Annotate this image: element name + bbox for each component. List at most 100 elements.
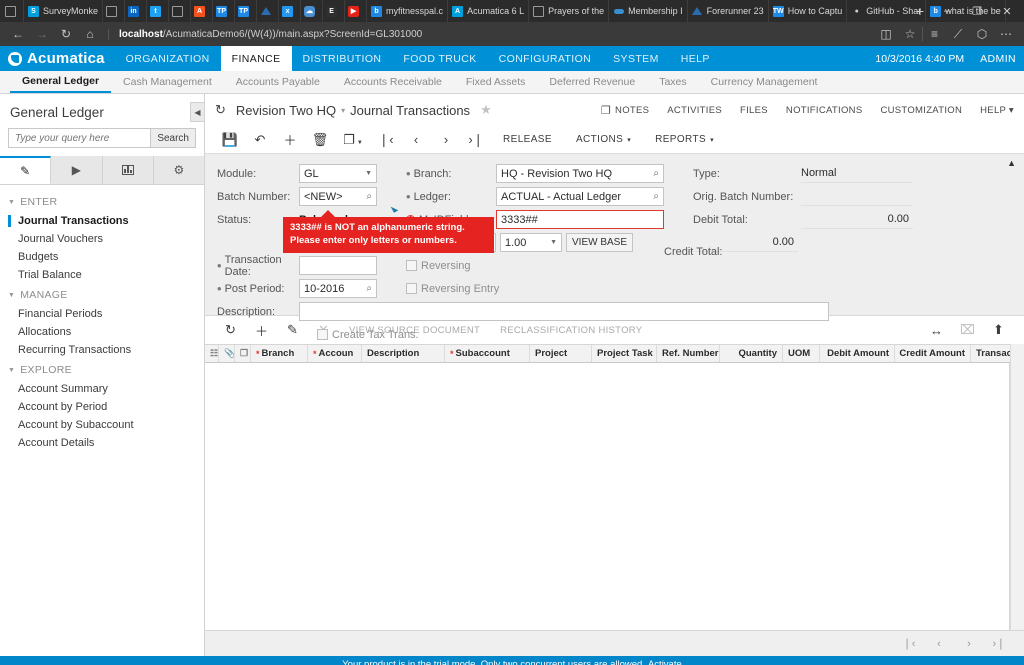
grid-body[interactable] xyxy=(205,363,1010,630)
grid-column-ref-number[interactable]: Ref. Number xyxy=(657,345,720,362)
first-record-icon[interactable]: ❘‹ xyxy=(371,132,401,148)
module-dropdown[interactable]: GL ▼ xyxy=(299,164,377,183)
browser-tab[interactable]: Prayers of the xyxy=(529,0,610,22)
release-button[interactable]: RELEASE xyxy=(491,134,564,145)
grid-column-branch[interactable]: * Branch xyxy=(251,345,308,362)
share-icon[interactable]: ⬡ xyxy=(970,27,994,41)
reports-menu-button[interactable]: REPORTS ▾ xyxy=(643,134,726,145)
grid-column-attachment-icon[interactable]: 📎 xyxy=(219,345,235,362)
acumatica-logo[interactable]: Acumatica xyxy=(0,50,115,67)
grid-column-files-icon[interactable]: ☷ xyxy=(205,345,219,362)
copy-paste-icon[interactable]: ❐ ▼ xyxy=(335,132,371,148)
sidebar-group-manage[interactable]: ▼ MANAGE xyxy=(0,284,204,305)
description-input[interactable] xyxy=(299,302,829,321)
add-icon[interactable]: ＋ xyxy=(275,130,305,149)
grid-column-description[interactable]: Description xyxy=(362,345,445,362)
module-tab-accounts-payable[interactable]: Accounts Payable xyxy=(224,71,332,93)
new-tab-button[interactable]: + xyxy=(908,3,932,19)
sidebar-tab-reports-icon[interactable] xyxy=(102,156,154,184)
browser-tab[interactable]: in xyxy=(125,0,148,22)
browser-tab[interactable]: t xyxy=(147,0,170,22)
reading-view-icon[interactable]: ◫ xyxy=(874,27,898,41)
sidebar-tab-enter-icon[interactable]: ✎ xyxy=(0,156,52,184)
favorite-star-icon[interactable]: ☆ xyxy=(898,27,922,41)
sidebar-group-enter[interactable]: ▼ ENTER xyxy=(0,191,204,212)
browser-tab[interactable]: ▶ xyxy=(345,0,368,22)
browser-tab[interactable]: TW How to Captu xyxy=(769,0,848,22)
sidebar-item-account-summary[interactable]: Account Summary xyxy=(0,380,204,398)
reversing-entry-checkbox[interactable]: Reversing Entry xyxy=(406,283,499,295)
lookup-icon[interactable]: ⌕ xyxy=(653,191,659,202)
module-tab-deferred-revenue[interactable]: Deferred Revenue xyxy=(537,71,647,93)
module-tab-general-ledger[interactable]: General Ledger xyxy=(10,71,112,93)
create-tax-trans-checkbox[interactable]: Create Tax Trans. xyxy=(317,329,419,341)
previous-page-icon[interactable]: ‹ xyxy=(924,638,954,650)
browser-tab[interactable] xyxy=(257,0,280,22)
actions-menu-button[interactable]: ACTIONS ▾ xyxy=(564,134,643,145)
maximize-button[interactable]: ❐ xyxy=(962,5,992,18)
nav-item-system[interactable]: SYSTEM xyxy=(602,46,670,71)
header-user[interactable]: ADMIN xyxy=(980,53,1016,65)
page-action-customization[interactable]: CUSTOMIZATION xyxy=(880,105,962,116)
page-action-notifications[interactable]: NOTIFICATIONS xyxy=(786,105,863,116)
delete-icon[interactable]: 🗑 xyxy=(305,132,335,148)
grid-column-credit-amount[interactable]: Credit Amount xyxy=(895,345,971,362)
refresh-icon[interactable]: ↻ xyxy=(54,27,78,41)
transaction-date-field[interactable] xyxy=(299,256,377,275)
browser-tab[interactable]: b myfitnesspal.c xyxy=(367,0,449,22)
lookup-icon[interactable]: ⌕ xyxy=(366,283,372,294)
next-record-icon[interactable]: › xyxy=(431,132,461,147)
browser-tab[interactable]: TP xyxy=(213,0,236,22)
more-options-icon[interactable]: ⋯ xyxy=(994,27,1018,41)
minimize-button[interactable]: – xyxy=(932,5,962,17)
sidebar-item-financial-periods[interactable]: Financial Periods xyxy=(0,305,204,323)
sidebar-item-journal-transactions[interactable]: Journal Transactions xyxy=(0,212,204,230)
back-icon[interactable]: ← xyxy=(6,27,30,41)
branch-field[interactable]: HQ - Revision Two HQ ⌕ xyxy=(496,164,664,183)
module-tab-currency-management[interactable]: Currency Management xyxy=(699,71,830,93)
grid-column-project[interactable]: Project xyxy=(530,345,592,362)
browser-tab[interactable]: Forerunner 23 xyxy=(688,0,769,22)
module-tab-cash-management[interactable]: Cash Management xyxy=(111,71,224,93)
lookup-icon[interactable]: ⌕ xyxy=(653,168,659,179)
activate-link[interactable]: Activate xyxy=(648,659,682,665)
grid-column-quantity[interactable]: Quantity xyxy=(720,345,783,362)
module-tab-accounts-receivable[interactable]: Accounts Receivable xyxy=(332,71,454,93)
forward-icon[interactable]: → xyxy=(30,27,54,41)
search-button[interactable]: Search xyxy=(150,129,195,147)
browser-tab[interactable]: ☁ xyxy=(301,0,324,22)
first-page-icon[interactable]: ❘‹ xyxy=(894,637,924,650)
web-notes-icon[interactable]: ⟋ xyxy=(946,27,970,42)
page-action-activities[interactable]: ACTIVITIES xyxy=(667,105,722,116)
post-period-field[interactable]: 10-2016 ⌕ xyxy=(299,279,377,298)
browser-tab[interactable]: S SurveyMonke xyxy=(24,0,104,22)
next-page-icon[interactable]: › xyxy=(954,638,984,650)
page-action-help[interactable]: HELP ▾ xyxy=(980,105,1014,116)
nav-item-help[interactable]: HELP xyxy=(670,46,721,71)
sidebar-item-account-details[interactable]: Account Details xyxy=(0,434,204,452)
previous-record-icon[interactable]: ‹ xyxy=(401,132,431,147)
currency-rate-dropdown[interactable]: 1.00 ▼ xyxy=(500,233,562,252)
sidebar-group-explore[interactable]: ▼ EXPLORE xyxy=(0,359,204,380)
module-tab-fixed-assets[interactable]: Fixed Assets xyxy=(454,71,538,93)
browser-tab[interactable]: Membership I xyxy=(609,0,688,22)
browser-tab[interactable]: E xyxy=(323,0,346,22)
nav-item-finance[interactable]: FINANCE xyxy=(220,46,292,71)
page-action-notes[interactable]: ❐ NOTES xyxy=(601,104,649,117)
grid-column-debit-amount[interactable]: Debit Amount xyxy=(820,345,895,362)
grid-vertical-scrollbar[interactable] xyxy=(1010,344,1024,630)
browser-tab[interactable] xyxy=(103,0,126,22)
ledger-field[interactable]: ACTUAL - Actual Ledger ⌕ xyxy=(496,187,664,206)
grid-column-subaccount[interactable]: * Subaccount xyxy=(445,345,530,362)
home-icon[interactable]: ⌂ xyxy=(78,27,102,41)
sidebar-item-journal-vouchers[interactable]: Journal Vouchers xyxy=(0,230,204,248)
nav-item-organization[interactable]: ORGANIZATION xyxy=(115,46,221,71)
myidfield-input[interactable]: 3333## xyxy=(496,210,664,229)
sidebar-item-budgets[interactable]: Budgets xyxy=(0,248,204,266)
reversing-checkbox[interactable]: Reversing xyxy=(406,260,471,272)
close-button[interactable]: ✕ xyxy=(992,5,1022,18)
nav-item-configuration[interactable]: CONFIGURATION xyxy=(488,46,603,71)
hub-icon[interactable]: ≡ xyxy=(922,27,946,41)
browser-tab[interactable]: A Acumatica 6 L xyxy=(448,0,530,22)
sidebar-tab-process-icon[interactable]: ▶ xyxy=(51,156,103,184)
